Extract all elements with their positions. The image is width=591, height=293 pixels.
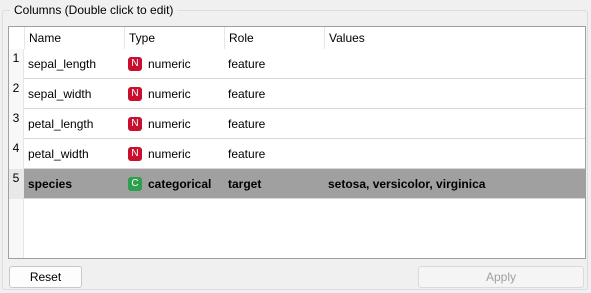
cell-role[interactable]: feature bbox=[224, 109, 324, 139]
cell-values[interactable]: setosa, versicolor, virginica bbox=[324, 169, 584, 199]
cell-type[interactable]: Nnumeric bbox=[124, 139, 224, 169]
row-number: 4 bbox=[12, 141, 20, 155]
type-label: numeric bbox=[148, 147, 191, 161]
table-header: Name Type Role Values bbox=[9, 27, 585, 49]
numeric-type-icon: N bbox=[128, 146, 142, 161]
row-header-2[interactable]: 2 bbox=[9, 79, 24, 109]
cell-name[interactable]: species bbox=[24, 169, 124, 199]
table-corner bbox=[9, 27, 24, 49]
header-values[interactable]: Values bbox=[324, 27, 585, 49]
row-header-3[interactable]: 3 bbox=[9, 109, 24, 139]
cell-role[interactable]: feature bbox=[224, 139, 324, 169]
header-type[interactable]: Type bbox=[124, 27, 224, 49]
numeric-type-icon: N bbox=[128, 86, 142, 101]
table-row[interactable]: sepal_length Nnumeric feature bbox=[24, 49, 585, 79]
cell-role[interactable]: target bbox=[224, 169, 324, 199]
cell-name[interactable]: sepal_length bbox=[24, 49, 124, 79]
cell-type[interactable]: Nnumeric bbox=[124, 79, 224, 109]
categorical-type-icon: C bbox=[128, 176, 142, 191]
apply-button[interactable]: Apply bbox=[418, 266, 584, 288]
cell-role[interactable]: feature bbox=[224, 79, 324, 109]
columns-group-title: Columns (Double click to edit) bbox=[10, 2, 178, 18]
header-name[interactable]: Name bbox=[24, 27, 124, 49]
table-row-selected[interactable]: species Ccategorical target setosa, vers… bbox=[24, 169, 585, 199]
numeric-type-icon: N bbox=[128, 56, 142, 71]
cell-role[interactable]: feature bbox=[224, 49, 324, 79]
type-label: categorical bbox=[148, 177, 212, 191]
cell-values[interactable] bbox=[324, 79, 584, 109]
cell-type[interactable]: Ccategorical bbox=[124, 169, 224, 199]
row-number: 5 bbox=[12, 171, 20, 185]
cell-values[interactable] bbox=[324, 109, 584, 139]
type-label: numeric bbox=[148, 87, 191, 101]
type-label: numeric bbox=[148, 117, 191, 131]
cell-name[interactable]: petal_length bbox=[24, 109, 124, 139]
table-row[interactable]: sepal_width Nnumeric feature bbox=[24, 79, 585, 109]
cell-name[interactable]: sepal_width bbox=[24, 79, 124, 109]
numeric-type-icon: N bbox=[128, 116, 142, 131]
header-role[interactable]: Role bbox=[224, 27, 324, 49]
cell-values[interactable] bbox=[324, 139, 584, 169]
cell-type[interactable]: Nnumeric bbox=[124, 49, 224, 79]
cell-type[interactable]: Nnumeric bbox=[124, 109, 224, 139]
row-header-5[interactable]: 5 bbox=[9, 169, 24, 199]
row-number: 2 bbox=[12, 81, 20, 95]
row-number: 1 bbox=[12, 51, 20, 65]
cell-name[interactable]: petal_width bbox=[24, 139, 124, 169]
reset-button[interactable]: Reset bbox=[9, 266, 82, 288]
row-header-1[interactable]: 1 bbox=[9, 49, 24, 79]
cell-values[interactable] bbox=[324, 49, 584, 79]
row-header-4[interactable]: 4 bbox=[9, 139, 24, 169]
table-row[interactable]: petal_width Nnumeric feature bbox=[24, 139, 585, 169]
table-row[interactable]: petal_length Nnumeric feature bbox=[24, 109, 585, 139]
columns-table[interactable]: Name Type Role Values 1 sepal_length Nnu… bbox=[8, 26, 586, 259]
type-label: numeric bbox=[148, 57, 191, 71]
row-number: 3 bbox=[12, 111, 20, 125]
